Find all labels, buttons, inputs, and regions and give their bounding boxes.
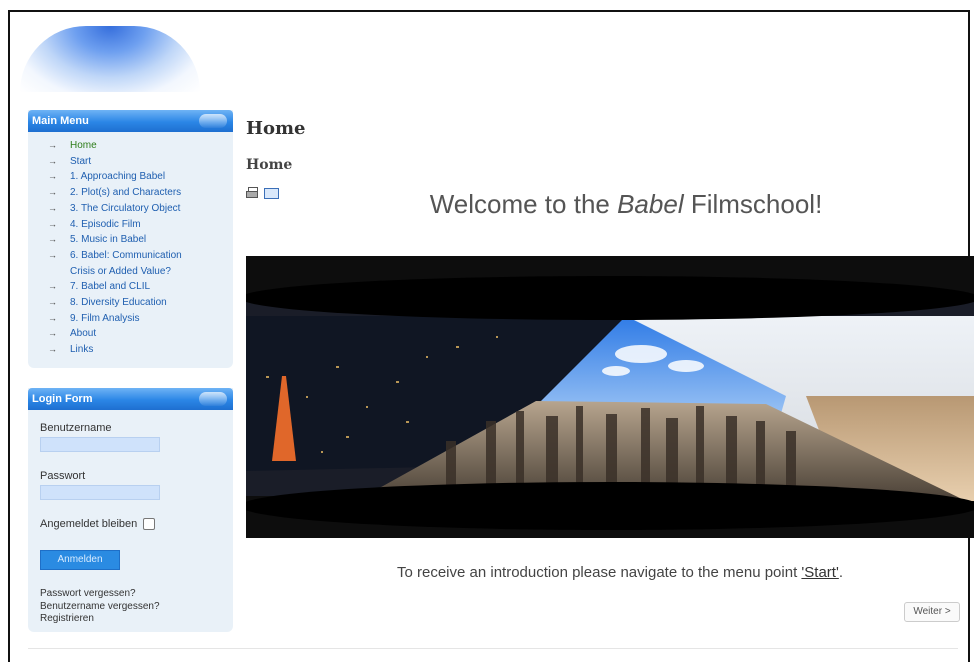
arrow-icon: →: [48, 187, 57, 198]
main-menu-panel: Main Menu → Home → Start → 1. Approaching B…: [28, 110, 233, 368]
arrow-icon: →: [48, 281, 57, 292]
footer-divider: [28, 648, 958, 649]
username-label: Benutzername: [40, 422, 112, 434]
arrow-icon: →: [48, 140, 57, 150]
login-button[interactable]: Anmelden: [40, 550, 120, 570]
arrow-icon: →: [48, 234, 57, 245]
article-title: Home: [246, 157, 293, 173]
main-menu-title: Main Menu: [32, 115, 89, 127]
arrow-icon: →: [48, 202, 57, 213]
arrow-icon: →: [48, 344, 57, 355]
main-menu-list: → Home → Start → 1. Approaching Babel → 2. P…: [28, 132, 233, 368]
menu-item-diversity-education[interactable]: → 8. Diversity Education: [28, 295, 233, 311]
arrow-icon: →: [48, 249, 57, 260]
menu-item-about[interactable]: → About: [28, 326, 233, 342]
welcome-heading: Welcome to the Babel Filmschool!: [429, 189, 823, 219]
remember-me-row: Angemeldet bleiben: [40, 518, 221, 530]
email-icon[interactable]: [264, 188, 279, 199]
menu-item-home[interactable]: → Home: [28, 138, 233, 154]
start-link[interactable]: 'Start': [801, 564, 838, 581]
menu-item-babel-and-clil[interactable]: → 7. Babel and CLIL: [28, 279, 233, 295]
main-content: Home Home Welcome to the Babel Filmschoo…: [246, 118, 974, 622]
header-gloss-decoration: [199, 114, 227, 128]
intro-text: To receive an introduction please naviga…: [396, 564, 843, 581]
menu-item-approaching-babel[interactable]: → 1. Approaching Babel: [28, 169, 233, 185]
register-link[interactable]: Registrieren: [40, 613, 221, 626]
print-icon[interactable]: [246, 187, 258, 198]
remember-me-checkbox[interactable]: [143, 518, 156, 530]
login-links: Passwort vergessen? Benutzername vergess…: [40, 588, 221, 626]
main-menu-header: Main Menu: [28, 110, 233, 132]
page-title: Home: [246, 118, 306, 139]
forgot-username-link[interactable]: Benutzername vergessen?: [40, 601, 221, 614]
menu-item-communication-crisis[interactable]: → 6. Babel: Communication: [28, 248, 233, 264]
menu-item-film-analysis[interactable]: → 9. Film Analysis: [28, 311, 233, 327]
sidebar: Main Menu → Home → Start → 1. Approaching B…: [28, 110, 233, 632]
arrow-icon: →: [48, 328, 57, 339]
password-input[interactable]: [40, 485, 160, 500]
forgot-password-link[interactable]: Passwort vergessen?: [40, 588, 221, 601]
menu-item-music-in-babel[interactable]: → 5. Music in Babel: [28, 232, 233, 248]
arrow-icon: →: [48, 297, 57, 308]
menu-item-communication-crisis-continued[interactable]: Crisis or Added Value?: [28, 264, 233, 280]
arrow-icon: →: [48, 312, 57, 323]
arrow-icon: →: [48, 218, 57, 229]
next-page-button[interactable]: Weiter >: [904, 602, 960, 622]
menu-item-start[interactable]: → Start: [28, 154, 233, 170]
login-form-header: Login Form: [28, 388, 233, 410]
header-gloss-decoration: [199, 392, 227, 406]
login-form-body: Benutzername Passwort Angemeldet bleiben…: [28, 410, 233, 632]
login-form-title: Login Form: [32, 393, 93, 405]
menu-item-episodic-film[interactable]: → 4. Episodic Film: [28, 217, 233, 233]
menu-item-links[interactable]: → Links: [28, 342, 233, 358]
menu-item-plots-and-characters[interactable]: → 2. Plot(s) and Characters: [28, 185, 233, 201]
babel-banner-image: [246, 256, 974, 538]
arrow-icon: →: [48, 155, 57, 166]
password-label: Passwort: [40, 470, 86, 482]
remember-me-label: Angemeldet bleiben: [40, 518, 138, 530]
login-form-panel: Login Form Benutzername Passwort Angemel…: [28, 388, 233, 632]
menu-item-circulatory-object[interactable]: → 3. The Circulatory Object: [28, 201, 233, 217]
username-input[interactable]: [40, 437, 160, 452]
arrow-icon: →: [48, 171, 57, 182]
